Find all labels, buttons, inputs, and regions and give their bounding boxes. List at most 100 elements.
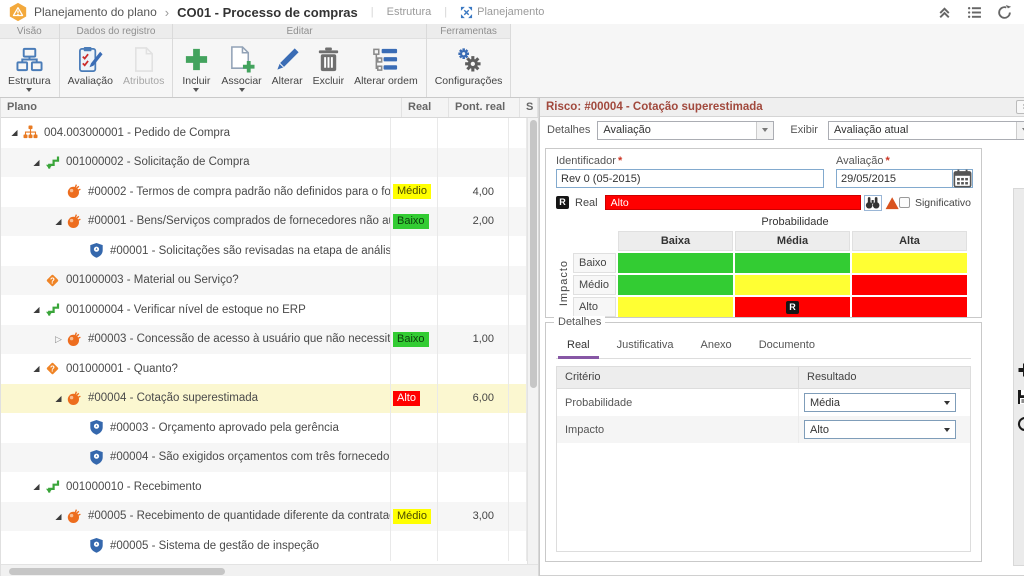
tree-row[interactable]: ◢001000002 - Solicitação de Compra [1, 148, 527, 178]
collapse-toggle[interactable]: ◢ [51, 512, 66, 521]
tree-row[interactable]: #00001 - Solicitações são revisadas na e… [1, 236, 527, 266]
collapse-toggle[interactable]: ◢ [29, 158, 44, 167]
tree-row[interactable]: #00004 - São exigidos orçamentos com trê… [1, 443, 527, 473]
column-header-plano[interactable]: Plano [1, 98, 402, 117]
collapse-toggle[interactable]: ◢ [29, 364, 44, 373]
matrix-cell-alto-baixa[interactable] [618, 297, 733, 317]
toolbar-button-excluir[interactable]: Excluir [308, 44, 350, 97]
detalhes-dropdown[interactable]: Avaliação [597, 121, 774, 140]
toolbar-button-avaliacao[interactable]: Avaliação [63, 44, 118, 97]
matrix-cell-baixo-média[interactable] [735, 253, 850, 273]
matrix-cell-baixo-alta[interactable] [852, 253, 967, 273]
header-link-estrutura[interactable]: Estrutura [387, 6, 432, 18]
tree-row[interactable]: #00005 - Sistema de gestão de inspeção [1, 531, 527, 561]
tree-row-score-cell [438, 531, 509, 561]
matrix-cell-médio-média[interactable] [735, 275, 850, 295]
matrix-row-header: Alto [573, 297, 616, 317]
impacto-result-select[interactable]: Alto [804, 420, 956, 439]
column-header-criterio[interactable]: Critério [557, 367, 799, 388]
identificador-input[interactable]: Rev 0 (05-2015) [556, 169, 824, 188]
calendar-icon[interactable] [953, 169, 973, 188]
toolbar-button-configuracoes[interactable]: Configurações [430, 44, 508, 97]
binoculars-icon[interactable] [864, 195, 881, 211]
column-header-pont-real[interactable]: Pont. real [449, 98, 520, 117]
tab-real[interactable]: Real [556, 339, 601, 358]
tree-item-label: 001000003 - Material ou Serviço? [66, 274, 239, 286]
vertical-scrollbar-thumb[interactable] [530, 120, 537, 388]
panel-expand-button[interactable]: » [1016, 100, 1024, 114]
matrix-cell-médio-alta[interactable] [852, 275, 967, 295]
tab-justificativa[interactable]: Justificativa [606, 339, 685, 358]
matrix-cell-médio-baixa[interactable] [618, 275, 733, 295]
horizontal-scrollbar [1, 564, 538, 576]
column-header-real[interactable]: Real [402, 98, 449, 117]
refresh-button[interactable] [1017, 416, 1024, 432]
tree-row-real-cell: Baixo [391, 325, 438, 355]
tab-documento[interactable]: Documento [748, 339, 826, 358]
add-button[interactable] [1017, 362, 1024, 378]
collapse-toggle[interactable]: ◢ [51, 394, 66, 403]
tree-row-real-cell [391, 148, 438, 178]
toolbar-button-label: Incluir [182, 75, 210, 87]
matrix-cell-alto-média[interactable]: R [735, 297, 850, 317]
tree-item-label: #00004 - Cotação superestimada [88, 392, 258, 404]
probabilidade-result-select[interactable]: Média [804, 393, 956, 412]
risk-detail-panel: Risco: #00004 - Cotação superestimada » … [540, 98, 1024, 576]
risk-icon [67, 509, 82, 524]
divider: | [444, 6, 447, 18]
tree-row-name-cell: ◢001000010 - Recebimento [1, 472, 391, 502]
breadcrumb-section[interactable]: Planejamento do plano [34, 5, 157, 19]
tree-row[interactable]: ?001000003 - Material ou Serviço? [1, 266, 527, 296]
save-button[interactable] [1017, 389, 1024, 405]
svg-text:?: ? [50, 365, 55, 374]
toolbar-button-incluir[interactable]: Incluir [176, 44, 216, 97]
collapse-toggle[interactable]: ◢ [29, 305, 44, 314]
collapse-toggle[interactable]: ◢ [51, 217, 66, 226]
collapse-toggle[interactable]: ◢ [29, 482, 44, 491]
alert-logo-icon [8, 2, 28, 22]
column-header-resultado[interactable]: Resultado [799, 367, 970, 388]
significativo-checkbox[interactable] [899, 197, 910, 208]
tree-row[interactable]: ◢001000004 - Verificar nível de estoque … [1, 295, 527, 325]
tree-row-real-cell [391, 472, 438, 502]
tree-row[interactable]: #00002 - Termos de compra padrão não def… [1, 177, 527, 207]
toolbar-button-alterar-ordem[interactable]: Alterar ordem [349, 44, 423, 97]
tree-row-name-cell: #00004 - São exigidos orçamentos com trê… [1, 443, 391, 473]
toolbar-button-estrutura[interactable]: Estrutura [3, 44, 56, 97]
matrix-cell-alto-alta[interactable] [852, 297, 967, 317]
activity-icon [45, 479, 60, 494]
exibir-dropdown[interactable]: Avaliação atual [828, 121, 1024, 140]
header-link-planejamento[interactable]: Planejamento [460, 6, 544, 19]
expand-toggle[interactable]: ▷ [51, 334, 66, 345]
tree-row[interactable]: ◢ #00001 - Bens/Serviços comprados de for… [1, 207, 527, 237]
avaliacao-date-input[interactable]: 29/05/2015 [836, 169, 953, 188]
tree-row[interactable]: ◢#00004 - Cotação superestimadaAlto6,00 [1, 384, 527, 414]
toolbar: VisãoEstruturaDados do registroAvaliação… [0, 24, 1024, 98]
tree-item-label: #00001 - Bens/Serviços comprados de forn… [88, 215, 391, 227]
tree-row[interactable]: ◢?001000001 - Quanto? [1, 354, 527, 384]
window-button-list-view[interactable] [967, 5, 982, 20]
chevron-down-icon [193, 88, 199, 96]
toolbar-group-label: Visão [0, 24, 59, 39]
toolbar-button-associar[interactable]: Associar [216, 44, 266, 97]
column-header-s[interactable]: S [520, 98, 538, 117]
control-icon [89, 538, 104, 553]
tree-row[interactable]: ◢#00005 - Recebimento de quantidade dife… [1, 502, 527, 532]
toolbar-button-label: Atributos [123, 75, 164, 87]
collapse-toggle[interactable]: ◢ [7, 128, 22, 137]
tab-anexo[interactable]: Anexo [689, 339, 742, 358]
tree-row-real-cell: Alto [391, 384, 438, 414]
toolbar-button-alterar[interactable]: Alterar [267, 44, 308, 97]
tree-row-s-cell [509, 295, 527, 325]
window-button-reload[interactable] [997, 5, 1012, 20]
vertical-scrollbar [527, 118, 538, 564]
matrix-cell-baixo-baixa[interactable] [618, 253, 733, 273]
horizontal-scrollbar-thumb[interactable] [9, 568, 225, 575]
tree-row[interactable]: ▷#00003 - Concessão de acesso à usuário … [1, 325, 527, 355]
toolbar-button-label: Excluir [313, 75, 345, 87]
tree-row-name-cell: #00002 - Termos de compra padrão não def… [1, 177, 391, 207]
tree-row[interactable]: ◢004.003000001 - Pedido de Compra [1, 118, 527, 148]
tree-row[interactable]: #00003 - Orçamento aprovado pela gerênci… [1, 413, 527, 443]
tree-row[interactable]: ◢001000010 - Recebimento [1, 472, 527, 502]
window-button-collapse-toolbar[interactable] [937, 5, 952, 20]
